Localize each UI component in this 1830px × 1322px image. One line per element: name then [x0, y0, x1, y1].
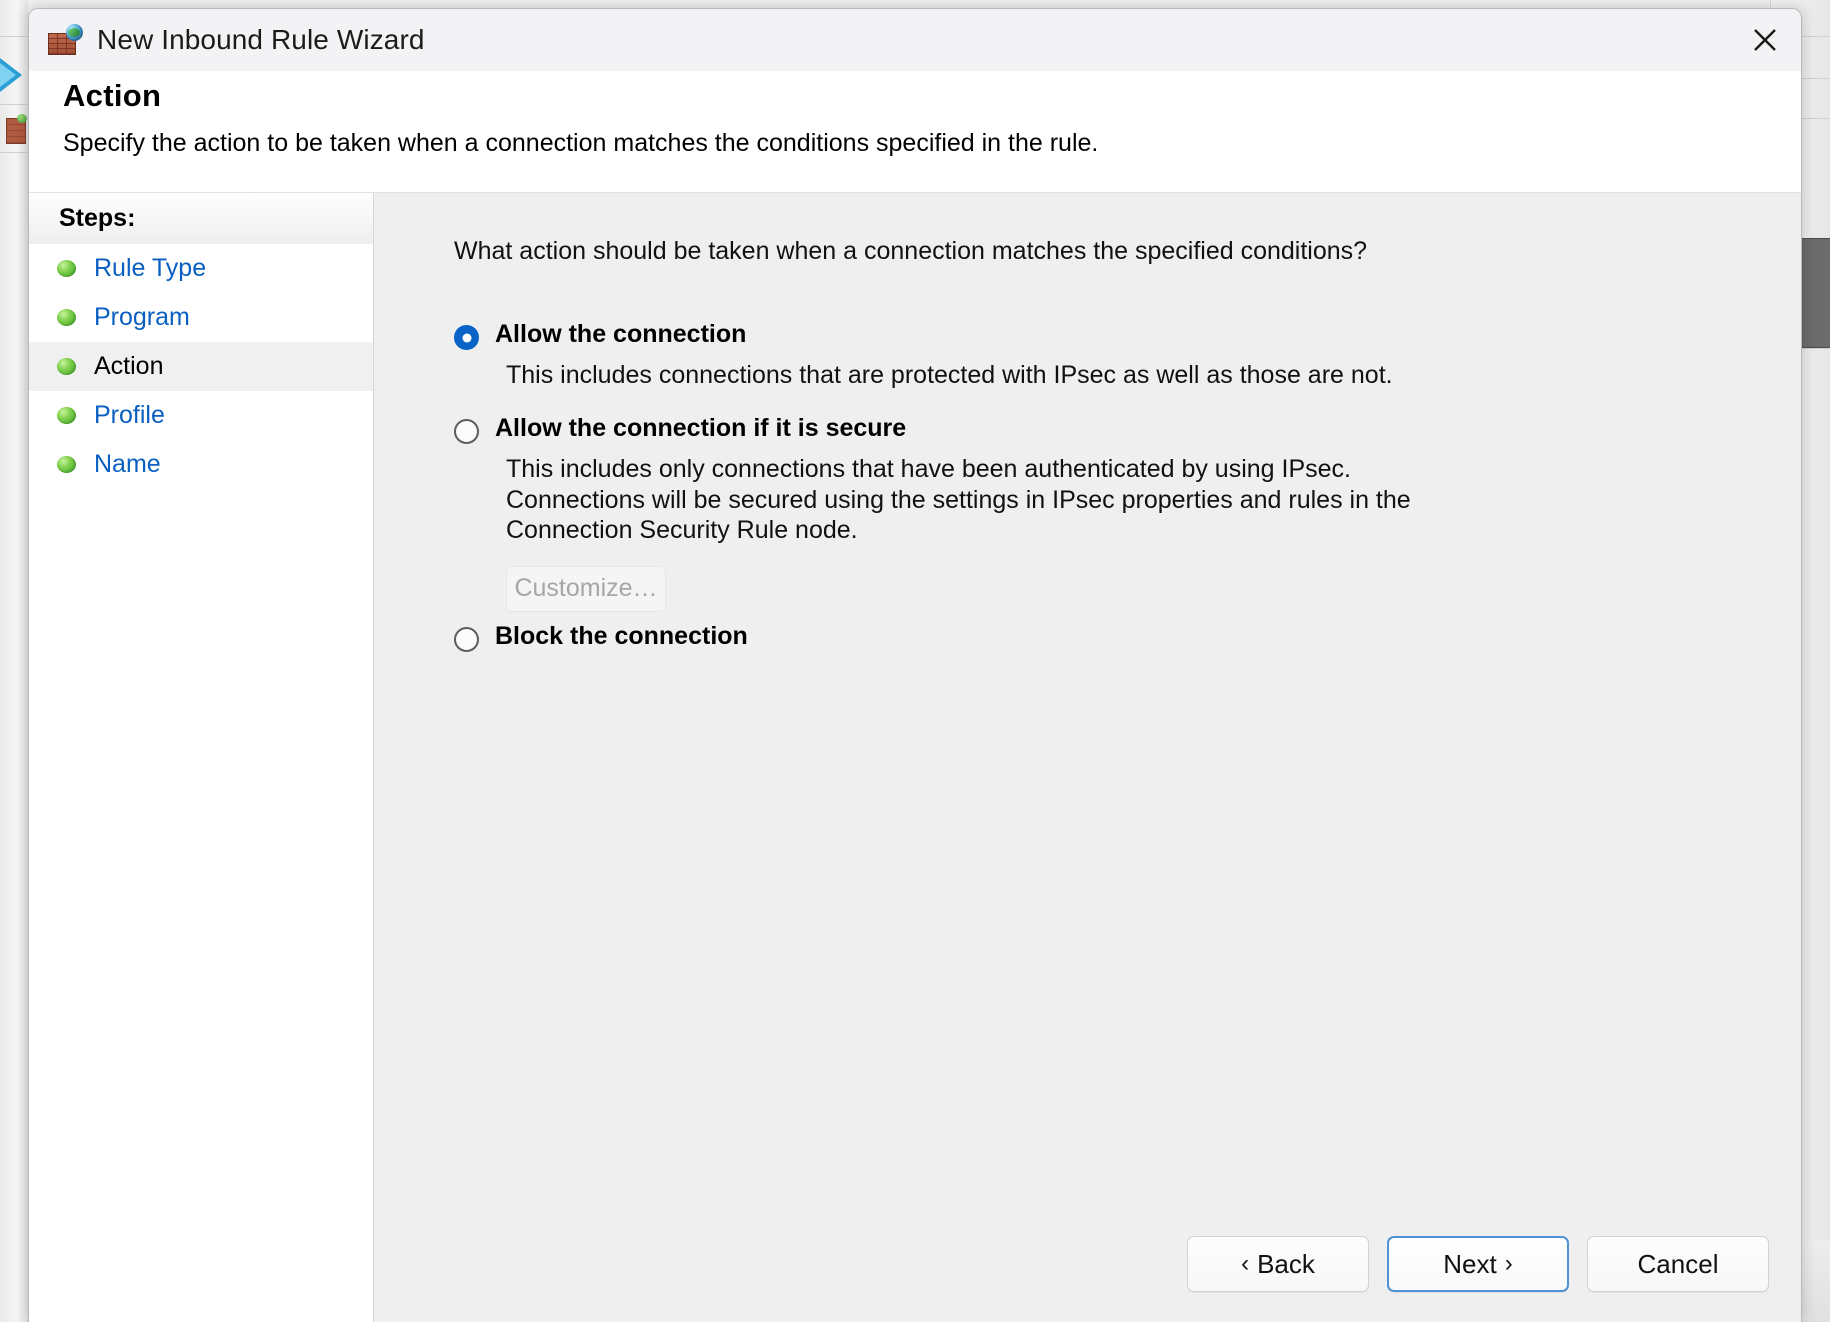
action-question: What action should be taken when a conne…	[454, 237, 1368, 265]
dialog-body: Steps: Rule Type Program Action Profile	[29, 193, 1801, 1322]
step-complete-icon	[57, 260, 76, 277]
cancel-button[interactable]: Cancel	[1587, 1236, 1769, 1292]
chevron-right-icon: ›	[1504, 1250, 1513, 1277]
dialog-footer: ‹ Back Next › Cancel	[1187, 1236, 1769, 1292]
sidebar-item-label: Profile	[94, 401, 165, 429]
option-allow-if-secure[interactable]: Allow the connection if it is secure Thi…	[454, 414, 1761, 612]
chevron-left-icon: ‹	[1241, 1250, 1250, 1277]
step-complete-icon	[57, 358, 76, 375]
next-button-label: Next	[1443, 1248, 1497, 1279]
page-subtitle: Specify the action to be taken when a co…	[63, 129, 1099, 158]
sidebar-item-rule-type[interactable]: Rule Type	[29, 244, 373, 293]
option-label: Block the connection	[495, 622, 748, 650]
option-description: This includes connections that are prote…	[506, 361, 1393, 389]
option-description: This includes only connections that have…	[506, 455, 1411, 544]
sidebar-item-label: Rule Type	[94, 254, 207, 282]
radio-allow-the-connection-if-it-is-secure[interactable]	[454, 419, 479, 444]
radio-allow-the-connection[interactable]	[454, 325, 479, 350]
step-complete-icon	[57, 456, 76, 473]
sidebar-item-name[interactable]: Name	[29, 440, 373, 489]
sidebar-item-label: Name	[94, 450, 161, 478]
dialog-titlebar: New Inbound Rule Wizard	[29, 9, 1801, 71]
background-firewall-icon	[6, 114, 27, 144]
option-block-the-connection[interactable]: Block the connection	[454, 622, 1761, 652]
page-title: Action	[63, 78, 162, 113]
step-complete-icon	[57, 309, 76, 326]
dialog-title: New Inbound Rule Wizard	[97, 24, 425, 55]
cancel-button-label: Cancel	[1637, 1248, 1719, 1279]
steps-heading: Steps:	[29, 194, 373, 244]
radio-block-the-connection[interactable]	[454, 627, 479, 652]
back-button-label: Back	[1257, 1248, 1315, 1279]
sidebar-item-profile[interactable]: Profile	[29, 391, 373, 440]
next-button[interactable]: Next ›	[1387, 1236, 1569, 1292]
back-button[interactable]: ‹ Back	[1187, 1236, 1369, 1292]
background-back-arrow-inner-icon	[0, 63, 16, 87]
sidebar-item-label: Action	[94, 352, 164, 380]
close-icon[interactable]	[1729, 9, 1801, 71]
customize-button[interactable]: Customize…	[506, 565, 666, 612]
option-label: Allow the connection if it is secure	[495, 414, 907, 442]
steps-heading-label: Steps:	[59, 204, 136, 232]
background-tree-pane	[0, 0, 28, 1322]
sidebar-item-label: Program	[94, 303, 190, 331]
option-allow-the-connection[interactable]: Allow the connection This includes conne…	[454, 320, 1761, 391]
sidebar-item-action[interactable]: Action	[29, 342, 373, 391]
new-inbound-rule-wizard-dialog: New Inbound Rule Wizard Action Specify t…	[28, 8, 1802, 1322]
steps-sidebar: Steps: Rule Type Program Action Profile	[29, 193, 374, 1322]
firewall-globe-icon	[47, 24, 83, 56]
content-pane: What action should be taken when a conne…	[374, 193, 1801, 1322]
step-complete-icon	[57, 407, 76, 424]
dialog-header: Action Specify the action to be taken wh…	[29, 71, 1801, 193]
sidebar-item-program[interactable]: Program	[29, 293, 373, 342]
option-label: Allow the connection	[495, 320, 747, 348]
